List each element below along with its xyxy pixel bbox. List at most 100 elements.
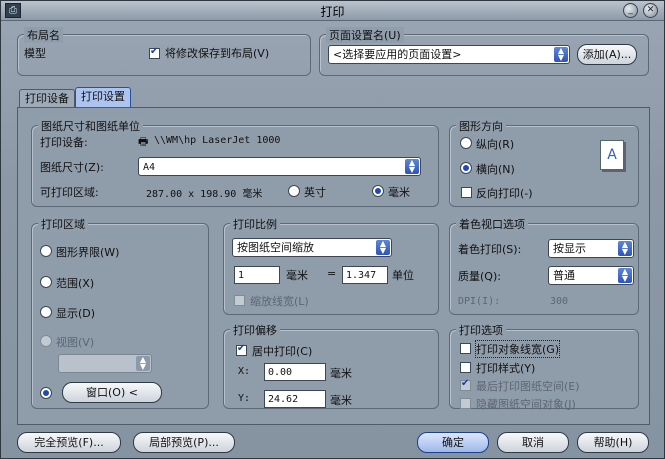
dpi-value: 300 xyxy=(550,296,569,307)
help-button[interactable]: 帮助(H) xyxy=(577,432,649,453)
paper-size-title: 图纸尺寸和图纸单位 xyxy=(38,118,143,134)
scale-lineweights-label: 缩放线宽(L) xyxy=(250,295,309,308)
unit-mm-radio[interactable] xyxy=(372,185,384,197)
orientation-title: 图形方向 xyxy=(456,118,506,134)
display-radio[interactable] xyxy=(40,306,52,318)
title-bar: ⎙ 打印 _ ✕ xyxy=(1,1,664,21)
chevron-down-icon: ▲ ▼ xyxy=(554,47,568,62)
center-plot-label: 居中打印(C) xyxy=(252,345,313,358)
quality-value: 普通 xyxy=(553,269,575,282)
offset-x-unit: 毫米 xyxy=(330,367,352,380)
partial-preview-button[interactable]: 局部预览(P)... xyxy=(133,432,235,453)
offset-y-value: 24.62 xyxy=(268,394,299,405)
shade-plot-value: 按显示 xyxy=(553,242,586,255)
scale-units-value: 1.347 xyxy=(346,270,377,281)
scale-lineweights-checkbox[interactable] xyxy=(234,295,245,306)
scale-paper-input[interactable]: 1 xyxy=(234,266,280,284)
page-setup-select-value: <选择要应用的页面设置> xyxy=(333,48,462,61)
portrait-radio[interactable] xyxy=(460,137,472,149)
scale-select-value: 按图纸空间缩放 xyxy=(237,241,314,254)
window-title: 打印 xyxy=(320,5,345,19)
offset-y-unit: 毫米 xyxy=(330,394,352,407)
offset-y-input[interactable]: 24.62 xyxy=(264,390,326,408)
tab-print-settings[interactable]: 打印设置 xyxy=(75,87,131,109)
tab-print-device[interactable]: 打印设备 xyxy=(19,89,75,109)
page-setup-select[interactable]: <选择要应用的页面设置> ▲ ▼ xyxy=(328,45,570,64)
printer-icon: 🖶 xyxy=(138,135,149,148)
extents-label: 范围(X) xyxy=(56,277,95,290)
layout-name-group: 布局名 模型 将修改保存到布局(V) xyxy=(17,27,311,76)
hide-objects-checkbox[interactable] xyxy=(460,398,471,409)
unit-mm-label: 毫米 xyxy=(388,186,410,199)
full-preview-button[interactable]: 完全预览(F)... xyxy=(17,432,121,453)
layout-name-title: 布局名 xyxy=(24,27,63,43)
chevron-down-icon: ▲ ▼ xyxy=(405,159,419,174)
shade-plot-select[interactable]: 按显示 ▲ ▼ xyxy=(548,239,634,258)
unit-inch-label: 英寸 xyxy=(304,186,326,199)
view-radio[interactable] xyxy=(40,335,52,347)
device-value: \\WM\hp LaserJet 1000 xyxy=(154,135,281,146)
view-select[interactable]: ▲ ▼ xyxy=(58,354,152,373)
shaded-viewport-title: 着色视口选项 xyxy=(456,216,528,232)
shaded-viewport-group: 着色视口选项 着色打印(S): 按显示 ▲ ▼ 质量(Q): 普通 ▲ ▼ DPI(… xyxy=(449,216,639,315)
device-label: 打印设备: xyxy=(40,136,88,149)
print-dialog: ⎙ 打印 _ ✕ 布局名 模型 将修改保存到布局(V) 页面设置名(U) <选择… xyxy=(0,0,665,459)
landscape-radio[interactable] xyxy=(460,162,472,174)
display-label: 显示(D) xyxy=(56,307,96,320)
offset-x-value: 0.00 xyxy=(268,367,293,378)
reverse-print-checkbox[interactable] xyxy=(461,187,472,198)
chevron-down-icon: ▲ ▼ xyxy=(136,356,150,371)
orientation-preview-icon: A xyxy=(600,140,624,170)
shade-plot-label: 着色打印(S): xyxy=(458,243,522,256)
window-pick-button[interactable]: 窗口(O) < xyxy=(62,382,162,403)
limits-label: 图形界限(W) xyxy=(56,246,120,259)
plot-offset-group: 打印偏移 居中打印(C) X: 0.00 毫米 Y: 24.62 毫米 xyxy=(223,322,439,409)
plot-options-title: 打印选项 xyxy=(456,322,506,338)
extents-radio[interactable] xyxy=(40,276,52,288)
print-area-title: 打印区域 xyxy=(38,216,88,232)
paper-size-group: 图纸尺寸和图纸单位 打印设备: 🖶 \\WM\hp LaserJet 1000 … xyxy=(31,118,439,207)
unit-inch-radio[interactable] xyxy=(288,185,300,197)
plot-scale-group: 打印比例 按图纸空间缩放 ▲ ▼ 1 毫米 = 1.347 单位 缩放线宽(L) xyxy=(223,216,439,315)
paperspace-last-checkbox[interactable] xyxy=(460,378,471,391)
scale-equals: = xyxy=(327,267,337,280)
close-icon[interactable]: ✕ xyxy=(643,3,658,18)
cancel-button[interactable]: 取消 xyxy=(497,432,569,453)
plot-lineweights-checkbox[interactable] xyxy=(460,343,471,354)
paper-size-select[interactable]: A4 ▲ ▼ xyxy=(138,157,421,176)
ok-button[interactable]: 确定 xyxy=(417,432,489,453)
chevron-down-icon: ▲ ▼ xyxy=(376,240,390,255)
paper-size-label: 图纸尺寸(Z): xyxy=(40,161,104,174)
scale-units-input[interactable]: 1.347 xyxy=(342,266,388,284)
limits-radio[interactable] xyxy=(40,245,52,257)
plot-styles-checkbox[interactable] xyxy=(460,362,471,373)
offset-x-input[interactable]: 0.00 xyxy=(264,363,326,381)
scale-select[interactable]: 按图纸空间缩放 ▲ ▼ xyxy=(232,238,392,257)
plot-options-group: 打印选项 打印对象线宽(G) 打印样式(Y) 最后打印图纸空间(E) 隐藏图纸空… xyxy=(449,322,639,411)
paper-size-value: A4 xyxy=(143,162,156,173)
window-radio[interactable] xyxy=(40,387,52,399)
save-to-layout-label: 将修改保存到布局(V) xyxy=(165,47,270,60)
dpi-label: DPI(I): xyxy=(458,296,501,307)
view-label: 视图(V) xyxy=(56,336,95,349)
quality-select[interactable]: 普通 ▲ ▼ xyxy=(548,266,634,285)
minimize-icon[interactable]: _ xyxy=(623,3,638,18)
plot-offset-title: 打印偏移 xyxy=(230,322,280,338)
save-to-layout-checkbox[interactable] xyxy=(149,46,160,59)
add-page-setup-button[interactable]: 添加(A)... xyxy=(577,44,637,65)
plot-scale-title: 打印比例 xyxy=(230,216,280,232)
page-setup-title: 页面设置名(U) xyxy=(326,27,404,43)
page-setup-group: 页面设置名(U) <选择要应用的页面设置> ▲ ▼ 添加(A)... xyxy=(319,27,649,76)
quality-label: 质量(Q): xyxy=(458,270,501,283)
plot-lineweights-label: 打印对象线宽(G) xyxy=(474,340,561,358)
scale-paper-value: 1 xyxy=(238,270,245,281)
offset-x-label: X: xyxy=(238,366,251,377)
center-plot-checkbox[interactable] xyxy=(236,343,247,356)
chevron-down-icon: ▲ ▼ xyxy=(618,268,632,283)
offset-y-label: Y: xyxy=(238,393,251,404)
chevron-down-icon: ▲ ▼ xyxy=(618,241,632,256)
scale-mm-label: 毫米 xyxy=(286,269,308,282)
printable-area-label: 可打印区域: xyxy=(40,186,99,199)
orientation-group: 图形方向 纵向(R) 横向(N) 反向打印(-) A xyxy=(449,118,639,207)
scale-unit-label: 单位 xyxy=(392,269,414,282)
